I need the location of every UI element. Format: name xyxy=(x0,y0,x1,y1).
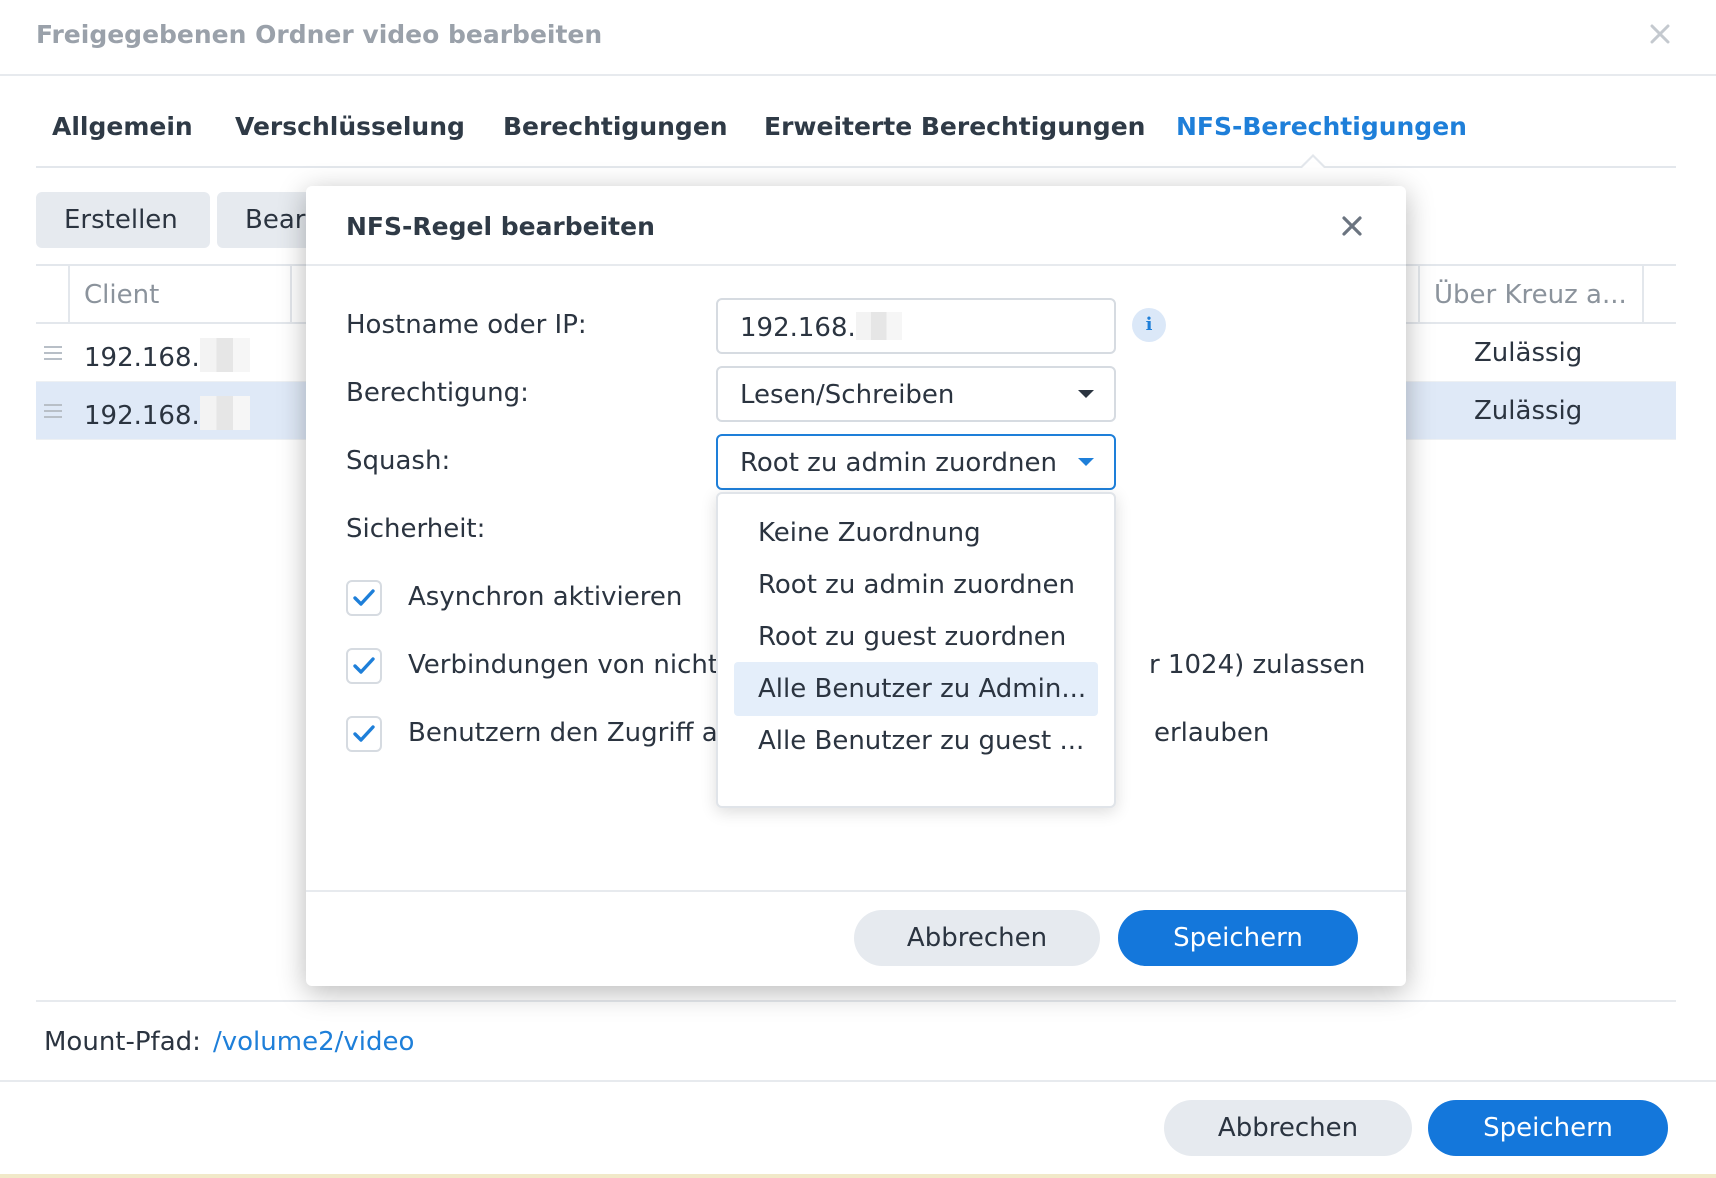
header-divider xyxy=(0,74,1716,76)
squash-option[interactable]: Keine Zuordnung xyxy=(734,506,1098,560)
footer-divider xyxy=(0,1080,1716,1082)
squash-dropdown-list: Keine Zuordnung Root zu admin zuordnen R… xyxy=(716,492,1116,808)
nonprivileged-ports-label: Verbindungen von nicht- xyxy=(408,650,728,680)
permission-select[interactable]: Lesen/Schreiben xyxy=(716,366,1116,422)
grid-bottom-divider xyxy=(36,1000,1676,1002)
squash-option[interactable]: Alle Benutzer zu guest ... xyxy=(734,714,1098,768)
edit-button[interactable]: Bear xyxy=(217,192,317,248)
dialog-cancel-button[interactable]: Abbrechen xyxy=(854,910,1100,966)
drag-handle-icon[interactable] xyxy=(44,346,62,360)
column-divider[interactable] xyxy=(1642,266,1644,324)
squash-value: Root zu admin zuordnen xyxy=(740,448,1058,478)
checkmark-icon xyxy=(353,657,375,674)
dialog-close-icon[interactable] xyxy=(1338,212,1366,240)
async-label: Asynchron aktivieren xyxy=(408,582,683,612)
dialog-header-divider xyxy=(306,264,1406,266)
column-header-cross[interactable]: Über Kreuz a... xyxy=(1434,280,1627,310)
chevron-down-icon xyxy=(1078,390,1094,398)
tab-nfs-berechtigungen[interactable]: NFS-Berechtigungen xyxy=(1176,112,1467,141)
nonprivileged-ports-label-tail: r 1024) zulassen xyxy=(1149,650,1366,680)
subfolder-access-checkbox[interactable] xyxy=(346,716,382,752)
squash-select[interactable]: Root zu admin zuordnen xyxy=(716,434,1116,490)
window-title: Freigegebenen Ordner video bearbeiten xyxy=(36,20,603,49)
save-button[interactable]: Speichern xyxy=(1428,1100,1668,1156)
tab-verschluesselung[interactable]: Verschlüsselung xyxy=(235,112,465,141)
squash-option[interactable]: Root zu admin zuordnen xyxy=(734,558,1098,612)
squash-option[interactable]: Root zu guest zuordnen xyxy=(734,610,1098,664)
cross-mount-cell: Zulässig xyxy=(1474,396,1583,426)
dialog-footer-divider xyxy=(306,890,1406,892)
tab-allgemein[interactable]: Allgemein xyxy=(52,112,193,141)
checkmark-icon xyxy=(353,589,375,606)
mount-path-label: Mount-Pfad: xyxy=(44,1027,201,1057)
active-tab-indicator xyxy=(1300,154,1326,168)
hostname-input[interactable]: 192.168. xyxy=(716,298,1116,354)
client-cell: 192.168. xyxy=(84,338,250,373)
nonprivileged-ports-checkbox[interactable] xyxy=(346,648,382,684)
column-header-client[interactable]: Client xyxy=(84,280,159,310)
tab-berechtigungen[interactable]: Berechtigungen xyxy=(503,112,728,141)
dialog-save-button[interactable]: Speichern xyxy=(1118,910,1358,966)
dialog-title: NFS-Regel bearbeiten xyxy=(346,212,655,241)
permission-value: Lesen/Schreiben xyxy=(740,380,955,410)
subfolder-access-label: Benutzern den Zugriff a xyxy=(408,718,718,748)
async-checkbox[interactable] xyxy=(346,580,382,616)
checkmark-icon xyxy=(353,725,375,742)
column-divider[interactable] xyxy=(1418,266,1420,324)
hostname-value: 192.168. xyxy=(740,312,902,343)
tab-erweiterte-berechtigungen[interactable]: Erweiterte Berechtigungen xyxy=(764,112,1145,141)
redacted-block xyxy=(855,312,902,340)
mount-path-link[interactable]: /volume2/video xyxy=(213,1027,414,1057)
redacted-block xyxy=(199,338,250,372)
squash-option-label: Root zu admin zuordnen xyxy=(758,570,1076,600)
info-icon[interactable]: i xyxy=(1132,308,1166,342)
squash-option-label: Keine Zuordnung xyxy=(758,518,981,548)
chevron-down-icon xyxy=(1078,458,1094,466)
drag-handle-icon[interactable] xyxy=(44,404,62,418)
security-label: Sicherheit: xyxy=(346,514,486,544)
cross-mount-cell: Zulässig xyxy=(1474,338,1583,368)
bottom-edge xyxy=(0,1174,1716,1178)
column-divider xyxy=(68,266,70,324)
squash-option-hovered[interactable]: Alle Benutzer zu Admin... xyxy=(734,662,1098,716)
tab-bar: Allgemein Verschlüsselung Berechtigungen… xyxy=(36,112,1676,168)
squash-option-label: Alle Benutzer zu guest ... xyxy=(758,726,1085,756)
cancel-button[interactable]: Abbrechen xyxy=(1164,1100,1412,1156)
redacted-block xyxy=(199,396,250,430)
client-cell: 192.168. xyxy=(84,396,250,431)
window-close-icon[interactable] xyxy=(1644,18,1676,50)
permission-label: Berechtigung: xyxy=(346,378,529,408)
create-button[interactable]: Erstellen xyxy=(36,192,210,248)
squash-option-label: Root zu guest zuordnen xyxy=(758,622,1067,652)
hostname-label: Hostname oder IP: xyxy=(346,310,587,340)
squash-label: Squash: xyxy=(346,446,451,476)
column-divider[interactable] xyxy=(290,266,292,324)
squash-option-label: Alle Benutzer zu Admin... xyxy=(758,674,1087,704)
subfolder-access-label-tail: erlauben xyxy=(1154,718,1270,748)
nfs-rule-dialog: NFS-Regel bearbeiten Hostname oder IP: 1… xyxy=(306,186,1406,986)
